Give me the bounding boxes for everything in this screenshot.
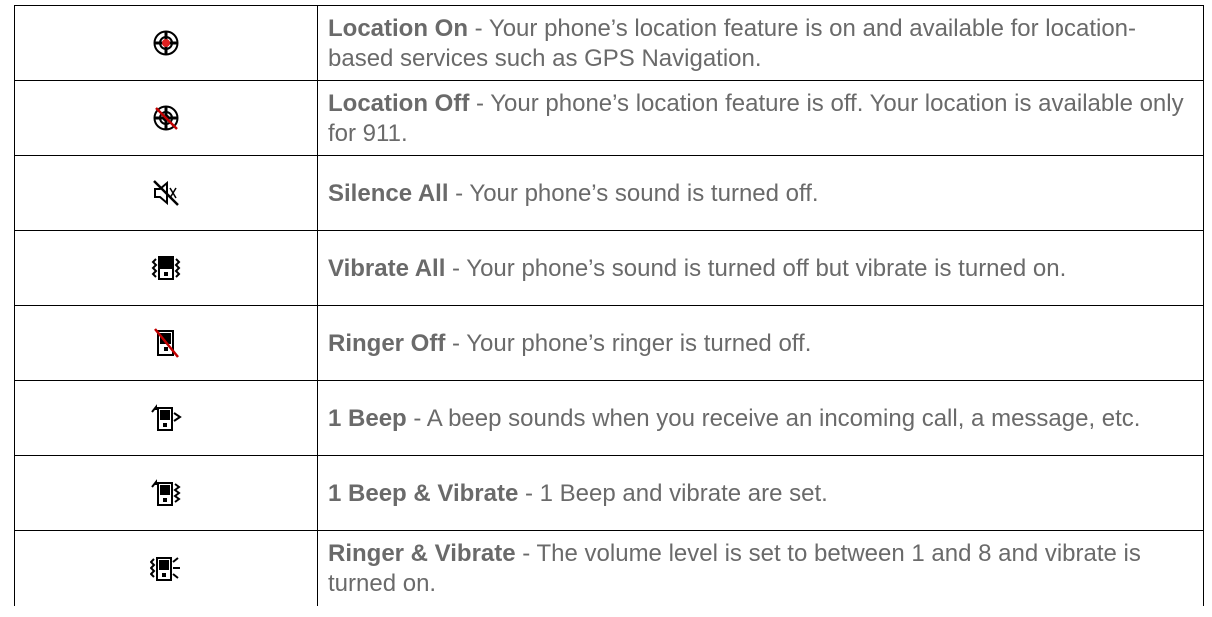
icon-cell	[14, 455, 318, 531]
one-beep-vibrate-icon	[151, 479, 181, 506]
row-term: Ringer Off	[328, 330, 446, 357]
location-on-icon	[153, 30, 179, 56]
icon-cell	[14, 230, 318, 306]
row-term: Vibrate All	[328, 255, 446, 282]
icon-cell	[14, 80, 318, 156]
one-beep-icon	[151, 404, 182, 431]
row-separator: -	[468, 15, 489, 42]
icon-cell	[14, 380, 318, 456]
icon-cell	[14, 155, 318, 231]
description-cell: Location On - Your phone’s location feat…	[317, 5, 1204, 81]
row-term: Location Off	[328, 90, 470, 117]
icon-cell	[14, 530, 318, 606]
row-description: Your phone’s sound is turned off.	[469, 180, 819, 207]
row-term: 1 Beep & Vibrate	[328, 480, 519, 507]
row-description: Your phone’s ringer is turned off.	[466, 330, 812, 357]
table-row: Vibrate All - Your phone’s sound is turn…	[14, 230, 1204, 306]
table-row: Location On - Your phone’s location feat…	[14, 5, 1204, 81]
table-row: Silence All - Your phone’s sound is turn…	[14, 155, 1204, 231]
ringer-off-icon	[154, 328, 179, 358]
row-separator: -	[469, 90, 491, 117]
row-separator: -	[518, 480, 540, 507]
status-icon-table: Location On - Your phone’s location feat…	[14, 5, 1204, 606]
icon-cell	[14, 305, 318, 381]
location-off-icon	[153, 105, 179, 131]
description-cell: Ringer Off - Your phone’s ringer is turn…	[317, 305, 1204, 381]
table-row: Location Off - Your phone’s location fea…	[14, 80, 1204, 156]
row-description: Your phone’s sound is turned off but vib…	[466, 255, 1067, 282]
description-cell: Location Off - Your phone’s location fea…	[317, 80, 1204, 156]
row-term: Ringer & Vibrate	[328, 540, 516, 568]
row-description: 1 Beep and vibrate are set.	[539, 480, 828, 507]
row-separator: -	[445, 330, 467, 357]
table-row: Ringer & Vibrate - The volume level is s…	[14, 530, 1204, 606]
description-cell: Silence All - Your phone’s sound is turn…	[317, 155, 1204, 231]
silence-all-icon	[153, 180, 179, 206]
table-row: 1 Beep & Vibrate - 1 Beep and vibrate ar…	[14, 455, 1204, 531]
row-separator: -	[515, 540, 537, 568]
description-cell: Vibrate All - Your phone’s sound is turn…	[317, 230, 1204, 306]
description-cell: 1 Beep - A beep sounds when you receive …	[317, 380, 1204, 456]
vibrate-all-icon	[151, 256, 181, 280]
row-description: A beep sounds when you receive an incomi…	[426, 405, 1141, 432]
row-separator: -	[445, 255, 467, 282]
icon-cell	[14, 5, 318, 81]
table-row: 1 Beep - A beep sounds when you receive …	[14, 380, 1204, 456]
row-separator: -	[448, 180, 470, 207]
row-separator: -	[406, 405, 427, 432]
description-cell: Ringer & Vibrate - The volume level is s…	[317, 530, 1204, 606]
ringer-vibrate-icon	[150, 557, 180, 582]
row-term: Location On	[328, 15, 468, 42]
row-term: 1 Beep	[328, 405, 407, 432]
row-term: Silence All	[328, 180, 449, 207]
description-cell: 1 Beep & Vibrate - 1 Beep and vibrate ar…	[317, 455, 1204, 531]
table-row: Ringer Off - Your phone’s ringer is turn…	[14, 305, 1204, 381]
